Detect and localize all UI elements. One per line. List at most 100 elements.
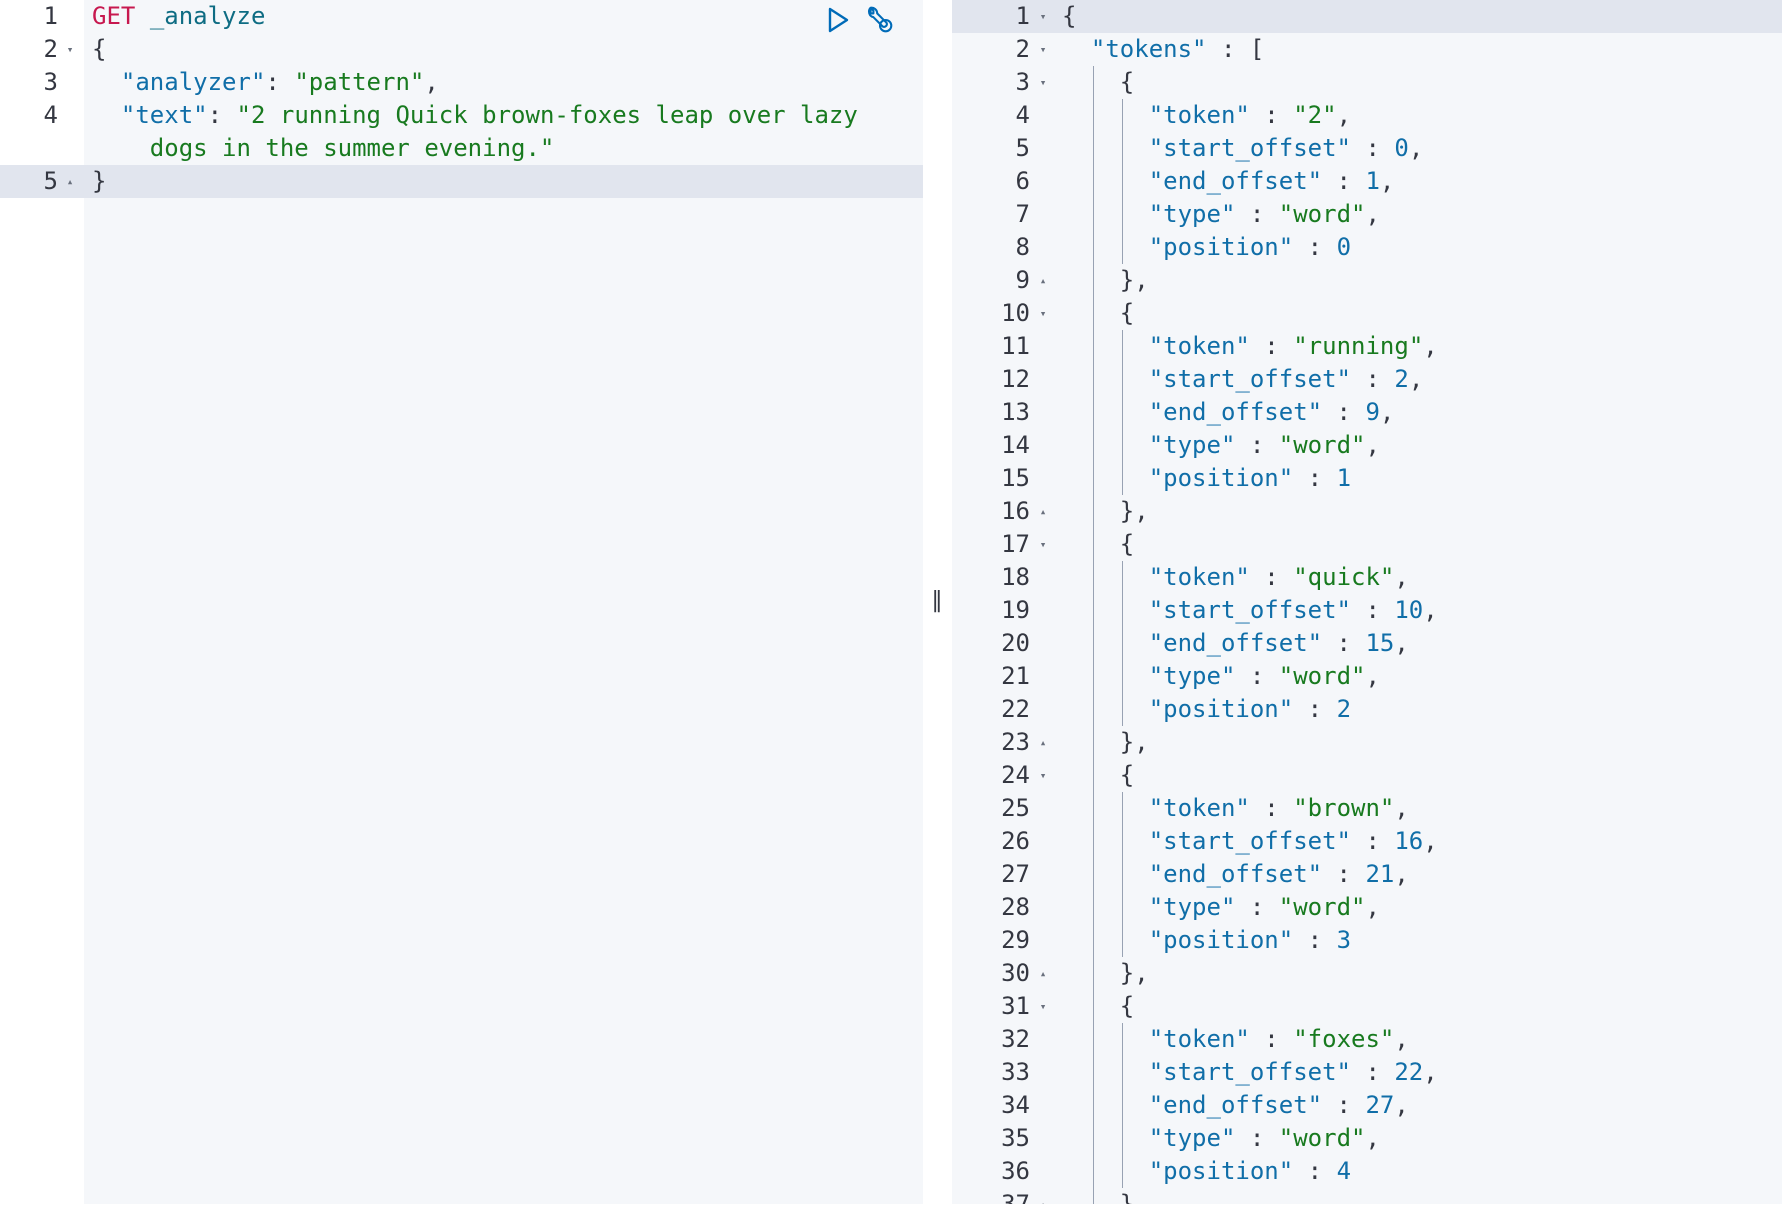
- resize-handle-icon[interactable]: ‖: [931, 588, 943, 614]
- line-number: 5: [1015, 134, 1030, 162]
- code-text: "type" : "word",: [1148, 1124, 1380, 1152]
- response-line[interactable]: 35 "type" : "word",: [952, 1122, 1782, 1155]
- response-line[interactable]: 11 "token" : "running",: [952, 330, 1782, 363]
- response-viewer[interactable]: 1 ▾{2 ▾ "tokens" : [3 ▾ {4 "token" : "2", 5 …: [952, 0, 1782, 1204]
- settings-button[interactable]: [864, 4, 896, 36]
- response-line[interactable]: 28 "type" : "word",: [952, 891, 1782, 924]
- code-text: }: [1062, 1190, 1135, 1204]
- response-line[interactable]: 15 "position" : 1: [952, 462, 1782, 495]
- request-line[interactable]: 4 "text": "2 running Quick brown-foxes l…: [0, 99, 923, 132]
- code-text: "start_offset" : 22,: [1148, 1058, 1438, 1086]
- code-text: "position" : 0: [1148, 233, 1352, 261]
- code-text: {: [92, 35, 107, 63]
- line-number: 6: [1015, 167, 1030, 195]
- fold-collapse-icon[interactable]: ▾: [1036, 297, 1050, 330]
- response-line[interactable]: 36 "position" : 4: [952, 1155, 1782, 1188]
- request-line[interactable]: dogs in the summer evening.": [0, 132, 923, 165]
- line-number: 35: [1001, 1124, 1030, 1152]
- fold-collapse-icon[interactable]: ▾: [1036, 66, 1050, 99]
- response-line[interactable]: 30 ▴ },: [952, 957, 1782, 990]
- fold-collapse-icon[interactable]: ▾: [1036, 528, 1050, 561]
- response-line[interactable]: 4 "token" : "2",: [952, 99, 1782, 132]
- line-number: 16: [1001, 497, 1030, 525]
- response-line[interactable]: 37 ▴ }: [952, 1188, 1782, 1204]
- line-number: 18: [1001, 563, 1030, 591]
- line-number: 36: [1001, 1157, 1030, 1185]
- line-number: 27: [1001, 860, 1030, 888]
- response-line[interactable]: 24 ▾ {: [952, 759, 1782, 792]
- pane-resizer[interactable]: ‖: [923, 0, 952, 1204]
- response-line[interactable]: 14 "type" : "word",: [952, 429, 1782, 462]
- fold-expand-icon[interactable]: ▴: [1036, 264, 1050, 297]
- response-line[interactable]: 34 "end_offset" : 27,: [952, 1089, 1782, 1122]
- code-text: "token" : "quick",: [1148, 563, 1409, 591]
- code-text: "tokens" : [: [1090, 35, 1265, 63]
- fold-collapse-icon[interactable]: ▾: [1036, 33, 1050, 66]
- response-line[interactable]: 10 ▾ {: [952, 297, 1782, 330]
- response-line[interactable]: 18 "token" : "quick",: [952, 561, 1782, 594]
- request-editor[interactable]: 1 GET _analyze 2 ▾ {3 "analyzer": "pattern",…: [0, 0, 923, 1204]
- code-text: "type" : "word",: [1148, 431, 1380, 459]
- response-line[interactable]: 9 ▴ },: [952, 264, 1782, 297]
- fold-collapse-icon[interactable]: ▾: [63, 33, 77, 66]
- code-text: "end_offset" : 1,: [1148, 167, 1395, 195]
- fold-expand-icon[interactable]: ▴: [1036, 1188, 1050, 1204]
- response-line[interactable]: 19 "start_offset" : 10,: [952, 594, 1782, 627]
- fold-collapse-icon[interactable]: ▾: [1036, 0, 1050, 33]
- request-line[interactable]: 3 "analyzer": "pattern",: [0, 66, 923, 99]
- response-line[interactable]: 20 "end_offset" : 15,: [952, 627, 1782, 660]
- line-number: 13: [1001, 398, 1030, 426]
- response-line[interactable]: 31 ▾ {: [952, 990, 1782, 1023]
- request-line[interactable]: 2 ▾ {: [0, 33, 923, 66]
- line-number: 33: [1001, 1058, 1030, 1086]
- line-number: 12: [1001, 365, 1030, 393]
- response-line[interactable]: 27 "end_offset" : 21,: [952, 858, 1782, 891]
- code-text: {: [1062, 2, 1077, 30]
- code-text: GET _analyze: [92, 2, 266, 30]
- request-line[interactable]: 1 GET _analyze: [0, 0, 923, 33]
- response-line[interactable]: 13 "end_offset" : 9,: [952, 396, 1782, 429]
- response-line[interactable]: 32 "token" : "foxes",: [952, 1023, 1782, 1056]
- response-line[interactable]: 3 ▾ {: [952, 66, 1782, 99]
- line-number: 3: [43, 68, 58, 96]
- response-line[interactable]: 23 ▴ },: [952, 726, 1782, 759]
- code-text: "type" : "word",: [1148, 200, 1380, 228]
- response-line[interactable]: 22 "position" : 2: [952, 693, 1782, 726]
- response-line[interactable]: 26 "start_offset" : 16,: [952, 825, 1782, 858]
- code-text: "token" : "running",: [1148, 332, 1438, 360]
- fold-expand-icon[interactable]: ▴: [63, 165, 77, 198]
- line-number: 22: [1001, 695, 1030, 723]
- response-line[interactable]: 29 "position" : 3: [952, 924, 1782, 957]
- fold-collapse-icon[interactable]: ▾: [1036, 759, 1050, 792]
- line-number: 30: [1001, 959, 1030, 987]
- fold-expand-icon[interactable]: ▴: [1036, 495, 1050, 528]
- fold-expand-icon[interactable]: ▴: [1036, 726, 1050, 759]
- response-line[interactable]: 6 "end_offset" : 1,: [952, 165, 1782, 198]
- response-line[interactable]: 1 ▾ {: [952, 0, 1782, 33]
- response-line[interactable]: 2 ▾ "tokens" : [: [952, 33, 1782, 66]
- line-number: 34: [1001, 1091, 1030, 1119]
- code-text: "analyzer": "pattern",: [120, 68, 439, 96]
- line-number: 21: [1001, 662, 1030, 690]
- response-line[interactable]: 33 "start_offset" : 22,: [952, 1056, 1782, 1089]
- code-text: "end_offset" : 27,: [1148, 1091, 1409, 1119]
- response-line[interactable]: 21 "type" : "word",: [952, 660, 1782, 693]
- wrench-icon: [868, 6, 893, 33]
- response-line[interactable]: 25 "token" : "brown",: [952, 792, 1782, 825]
- send-request-button[interactable]: [822, 4, 854, 36]
- line-number: 31: [1001, 992, 1030, 1020]
- line-number: 4: [43, 101, 58, 129]
- response-line[interactable]: 12 "start_offset" : 2,: [952, 363, 1782, 396]
- response-line[interactable]: 17 ▾ {: [952, 528, 1782, 561]
- line-number: 29: [1001, 926, 1030, 954]
- code-text: },: [1062, 728, 1149, 756]
- fold-collapse-icon[interactable]: ▾: [1036, 990, 1050, 1023]
- response-line[interactable]: 16 ▴ },: [952, 495, 1782, 528]
- code-text: "position" : 4: [1148, 1157, 1352, 1185]
- request-line[interactable]: 5 ▴}: [0, 165, 923, 198]
- fold-expand-icon[interactable]: ▴: [1036, 957, 1050, 990]
- response-line[interactable]: 7 "type" : "word",: [952, 198, 1782, 231]
- response-line[interactable]: 8 "position" : 0: [952, 231, 1782, 264]
- code-text: "position" : 3: [1148, 926, 1352, 954]
- response-line[interactable]: 5 "start_offset" : 0,: [952, 132, 1782, 165]
